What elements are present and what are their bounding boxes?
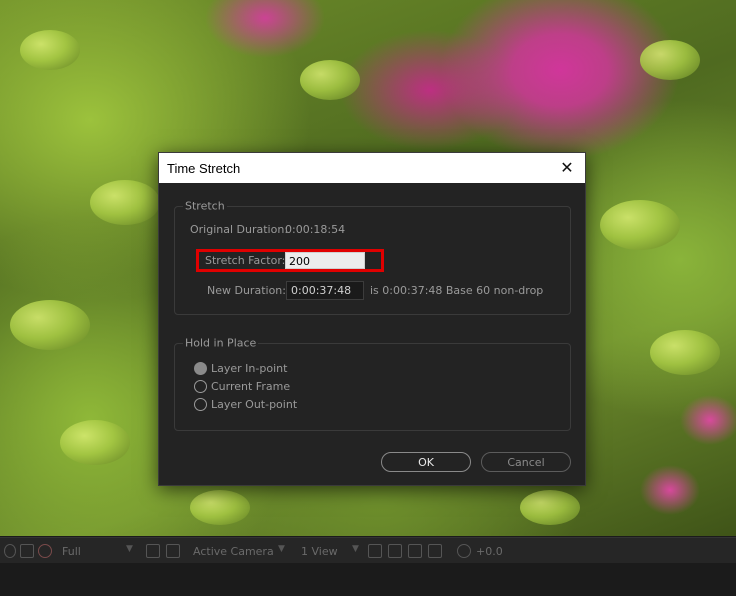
original-duration-label: Original Duration:: [190, 223, 289, 236]
radio-current-frame[interactable]: Current Frame: [194, 380, 290, 393]
hold-in-place-title: Hold in Place: [183, 336, 259, 350]
dialog-title: Time Stretch: [167, 160, 241, 176]
reset-exposure-icon[interactable]: [457, 544, 471, 558]
foliage: [300, 60, 360, 100]
radio-layer-out-point[interactable]: Layer Out-point: [194, 398, 297, 411]
radio-layer-in-point[interactable]: Layer In-point: [194, 362, 287, 375]
fast-previews-icon[interactable]: [388, 544, 402, 558]
toggle-pixel-aspect-icon[interactable]: [368, 544, 382, 558]
ok-button[interactable]: OK: [381, 452, 471, 472]
foliage: [20, 30, 80, 70]
time-stretch-dialog: Time Stretch ✕ Stretch Original Duration…: [158, 152, 586, 486]
color-channels-icon[interactable]: [38, 544, 52, 558]
foliage: [90, 180, 160, 225]
foliage: [60, 420, 130, 465]
radio-indicator[interactable]: [194, 380, 207, 393]
new-duration-label: New Duration:: [207, 284, 286, 297]
chevron-down-icon: ▼: [352, 544, 359, 554]
foliage: [520, 490, 580, 525]
chevron-down-icon: ▼: [126, 544, 133, 554]
camera-select[interactable]: Active Camera: [193, 545, 274, 558]
region-of-interest-icon[interactable]: [146, 544, 160, 558]
flowchart-icon[interactable]: [428, 544, 442, 558]
foliage: [10, 300, 90, 350]
stretch-factor-label: Stretch Factor:: [205, 254, 286, 267]
composition-toolbar: Full ▼ Active Camera ▼ 1 View ▼ +0.0: [0, 537, 736, 563]
cancel-button[interactable]: Cancel: [481, 452, 571, 472]
snapshot-icon[interactable]: [4, 544, 16, 558]
radio-label: Layer In-point: [211, 362, 288, 375]
radio-indicator[interactable]: [194, 362, 207, 375]
exposure-value[interactable]: +0.0: [476, 545, 503, 558]
stretch-group-title: Stretch: [183, 199, 227, 213]
radio-label: Layer Out-point: [211, 398, 298, 411]
radio-label: Current Frame: [211, 380, 291, 393]
timeline-icon[interactable]: [408, 544, 422, 558]
view-layout-select[interactable]: 1 View: [301, 545, 338, 558]
chevron-down-icon: ▼: [278, 544, 285, 554]
resolution-select[interactable]: Full: [62, 545, 81, 558]
radio-indicator[interactable]: [194, 398, 207, 411]
stretch-factor-field[interactable]: 200: [285, 252, 365, 269]
foliage: [600, 200, 680, 250]
new-duration-info: is 0:00:37:48 Base 60 non-drop: [370, 284, 544, 297]
foliage: [640, 40, 700, 80]
close-icon[interactable]: ✕: [557, 158, 577, 178]
original-duration-value: 0:00:18:54: [285, 223, 346, 236]
foliage: [650, 330, 720, 375]
new-duration-field[interactable]: 0:00:37:48: [286, 281, 364, 300]
dialog-titlebar[interactable]: Time Stretch ✕: [159, 153, 585, 183]
lower-panel: [0, 563, 736, 596]
foliage: [190, 490, 250, 525]
transparency-grid-icon[interactable]: [166, 544, 180, 558]
show-snapshot-icon[interactable]: [20, 544, 34, 558]
hold-in-place-group: Hold in Place Layer In-point Current Fra…: [174, 336, 571, 431]
